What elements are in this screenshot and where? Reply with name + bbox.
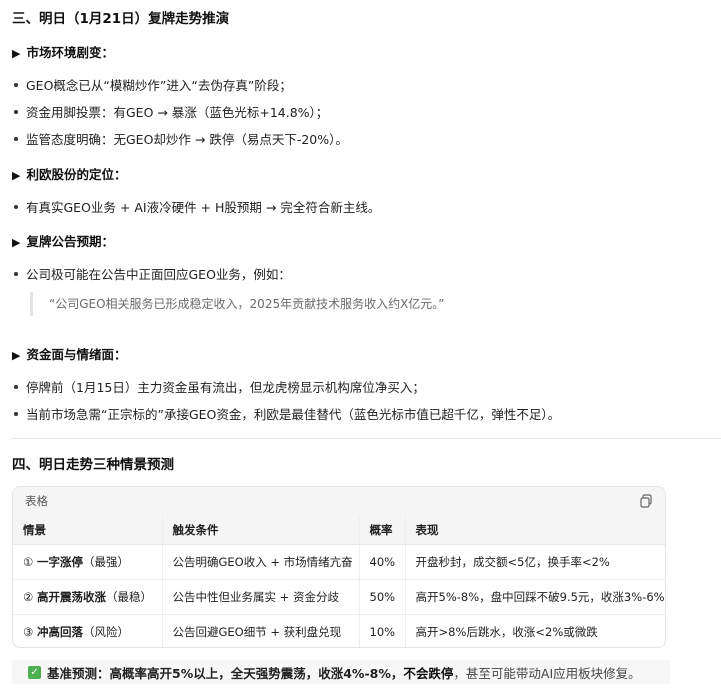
scenario-table: 表格 情景 触发条件 概率 表现 ① 一字涨停（最强） 公告明确GEO收入 + … (12, 486, 666, 648)
bullet-icon (14, 82, 18, 87)
list-item: 资金用脚投票：有GEO → 暴涨（蓝色光标+14.8%）； (14, 102, 328, 121)
column-header: 概率 (358, 515, 405, 545)
triangle-icon: ▶ (12, 47, 21, 60)
triangle-icon: ▶ (12, 169, 21, 182)
market-heading-label: 市场环境剧变： (26, 45, 114, 60)
triangle-icon: ▶ (12, 236, 21, 249)
list-item-text: 资金用脚投票：有GEO → 暴涨（蓝色光标+14.8%）； (26, 105, 329, 120)
list-item: 有真实GEO业务 + AI液冷硬件 + H股预期 → 完全符合新主线。 (14, 197, 380, 216)
market-heading: ▶ 市场环境剧变： (12, 42, 114, 61)
condition-cell: 公告回避GEO细节 + 获利盘兑现 (161, 614, 359, 647)
table-row: ③ 冲高回落（风险） 公告回避GEO细节 + 获利盘兑现 10% 高开>8%后跳… (13, 614, 665, 648)
bullet-icon (14, 136, 18, 141)
scenario-name: 一字涨停 (36, 555, 83, 569)
table-label: 表格 (25, 494, 48, 508)
scenario-cell: ③ 冲高回落（风险） (13, 615, 162, 648)
bullet-icon (14, 271, 18, 276)
table-toolbar: 表格 (13, 487, 665, 515)
probability-cell: 50% (358, 579, 405, 615)
scenario-number: ③ (23, 625, 34, 639)
probability-cell: 40% (358, 544, 405, 580)
scenario-tag: （最强） (82, 555, 129, 569)
list-item-text: GEO概念已从“模糊炒作”进入“去伪存真”阶段； (26, 78, 292, 93)
position-heading: ▶ 利欧股份的定位： (12, 164, 126, 183)
copy-icon[interactable] (639, 494, 653, 508)
list-item: 监管态度明确：无GEO却炒作 → 跌停（易点天下-20%）。 (14, 129, 348, 148)
section-divider (12, 438, 721, 439)
funds-heading: ▶ 资金面与情绪面： (12, 344, 126, 363)
position-heading-label: 利欧股份的定位： (26, 167, 127, 182)
note-bold-text: 高概率高开5%以上，全天强势震荡，收涨4%-8%， (109, 665, 404, 681)
scenario-tag: （风险） (82, 625, 129, 639)
bullet-icon (14, 204, 18, 209)
list-item: GEO概念已从“模糊炒作”进入“去伪存真”阶段； (14, 75, 292, 94)
blockquote: “公司GEO相关服务已形成稳定收入，2025年贡献技术服务收入约X亿元。” (30, 292, 445, 316)
probability-cell: 10% (358, 614, 405, 647)
condition-cell: 公告明确GEO收入 + 市场情绪亢奋 (161, 544, 359, 580)
scenario-name: 冲高回落 (36, 625, 83, 639)
condition-cell: 公告中性但业务属实 + 资金分歧 (161, 579, 359, 615)
list-item: 停牌前（1月15日）主力资金虽有流出，但龙虎榜显示机构席位净买入； (14, 377, 425, 396)
section3-title: 三、明日（1月21日）复牌走势推演 (12, 11, 230, 27)
bullet-icon (14, 109, 18, 114)
column-header: 情景 (13, 515, 162, 545)
scenario-cell: ① 一字涨停（最强） (13, 544, 162, 580)
announcement-heading: ▶ 复牌公告预期： (12, 231, 114, 250)
performance-cell: 开盘秒封，成交额<5亿，换手率<2% (404, 544, 665, 580)
triangle-icon: ▶ (12, 349, 21, 362)
performance-cell: 高开>8%后跳水，收涨<2%或微跌 (404, 614, 665, 647)
scenario-number: ② (23, 590, 34, 604)
list-item: 公司极可能在公告中正面回应GEO业务，例如： (14, 264, 291, 283)
list-item: 当前市场急需“正宗标的”承接GEO资金，利欧是最佳替代（蓝色光标市值已超千亿，弹… (14, 404, 560, 423)
baseline-prediction-note: ✓ 基准预测： 高概率高开5%以上，全天强势震荡，收涨4%-8%， 不会跌停 ，… (12, 660, 670, 684)
scenario-cell: ② 高开震荡收涨（最稳） (13, 579, 162, 615)
section4-title: 四、明日走势三种情景预测 (12, 457, 174, 473)
table-header-row: 情景 触发条件 概率 表现 (13, 515, 665, 545)
column-header: 表现 (404, 515, 665, 545)
list-item-text: 有真实GEO业务 + AI液冷硬件 + H股预期 → 完全符合新主线。 (26, 200, 381, 215)
note-label: 基准预测： (47, 665, 110, 681)
list-item-text: 停牌前（1月15日）主力资金虽有流出，但龙虎榜显示机构席位净买入； (26, 380, 425, 395)
performance-cell: 高开5%-8%，盘中回踩不破9.5元，收涨3%-6% (404, 579, 665, 615)
funds-heading-label: 资金面与情绪面： (26, 347, 127, 362)
scenario-number: ① (23, 555, 34, 569)
list-item-text: 公司极可能在公告中正面回应GEO业务，例如： (26, 267, 291, 282)
table-row: ② 高开震荡收涨（最稳） 公告中性但业务属实 + 资金分歧 50% 高开5%-8… (13, 579, 665, 615)
scenario-name: 高开震荡收涨 (36, 590, 106, 604)
scenario-tag: （最稳） (105, 590, 152, 604)
table-row: ① 一字涨停（最强） 公告明确GEO收入 + 市场情绪亢奋 40% 开盘秒封，成… (13, 544, 665, 580)
scenario-table-grid: 情景 触发条件 概率 表现 ① 一字涨停（最强） 公告明确GEO收入 + 市场情… (13, 515, 665, 648)
checkmark-icon: ✓ (28, 665, 41, 679)
note-emphasis: 不会跌停 (403, 665, 454, 681)
list-item-text: 当前市场急需“正宗标的”承接GEO资金，利欧是最佳替代（蓝色光标市值已超千亿，弹… (26, 407, 561, 422)
column-header: 触发条件 (161, 515, 359, 545)
announcement-heading-label: 复牌公告预期： (26, 234, 114, 249)
list-item-text: 监管态度明确：无GEO却炒作 → 跌停（易点天下-20%）。 (26, 132, 348, 147)
note-text: ，甚至可能带动AI应用板块修复。 (453, 665, 641, 681)
bullet-icon (14, 411, 18, 416)
bullet-icon (14, 384, 18, 389)
